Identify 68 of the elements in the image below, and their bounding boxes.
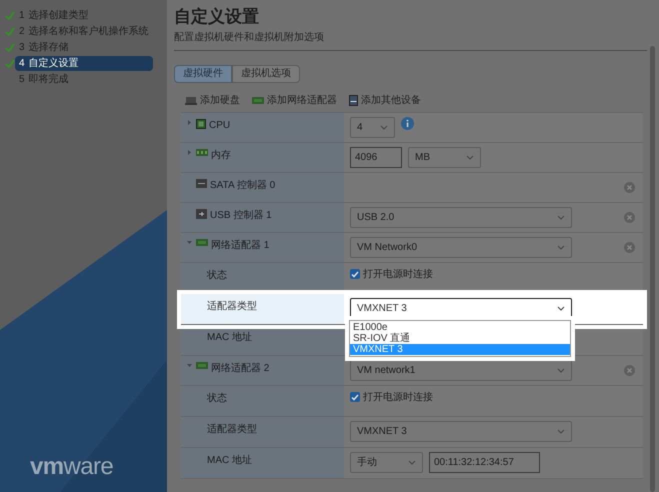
scrollbar[interactable] <box>650 46 655 492</box>
dropdown-select[interactable]: VMXNET 3 <box>350 420 572 442</box>
expanded-triangle-icon[interactable] <box>186 240 192 244</box>
remove-icon[interactable] <box>624 182 635 192</box>
row-label: 网络适配器 1 <box>211 238 270 252</box>
toolbar-button[interactable]: 添加网络适配器 <box>252 93 337 108</box>
wizard-step[interactable]: 3 选择存储 <box>15 40 73 55</box>
page-subtitle: 配置虚拟机硬件和虚拟机附加选项 <box>174 30 325 44</box>
toolbar-button[interactable]: 添加其他设备 <box>349 93 421 108</box>
wizard-step[interactable]: 1 选择创建类型 <box>15 8 93 23</box>
remove-icon[interactable] <box>624 242 635 252</box>
chevron-down-icon <box>557 306 565 310</box>
row-label: MAC 地址 <box>207 454 252 468</box>
tab[interactable]: 虚拟机选项 <box>232 64 300 82</box>
row-label: 状态 <box>207 392 227 406</box>
chip-icon <box>196 118 206 128</box>
chevron-down-icon <box>557 428 565 434</box>
network-card-icon <box>252 97 264 104</box>
network-card-icon <box>196 238 208 246</box>
wizard-step[interactable]: 2 选择名称和客户机操作系统 <box>15 24 153 39</box>
row-label: SATA 控制器 0 <box>210 178 276 192</box>
dropdown-select[interactable]: MB <box>408 146 481 168</box>
checkbox-icon[interactable] <box>350 269 360 279</box>
row-label: 状态 <box>207 268 227 282</box>
checkbox-option[interactable]: 打开电源时连接 <box>350 266 433 282</box>
dropdown-option[interactable]: VMXNET 3 <box>350 344 570 354</box>
dropdown-select[interactable]: 4 <box>350 116 395 138</box>
row-label: 适配器类型 <box>207 422 257 436</box>
row-label: USB 控制器 1 <box>210 208 272 222</box>
tab[interactable]: 虚拟硬件 <box>174 64 232 82</box>
checkbox-option[interactable]: 打开电源时连接 <box>350 390 433 404</box>
row-label: 内存 <box>211 148 231 162</box>
dropdown-select[interactable]: VM Network0 <box>350 236 572 258</box>
chevron-down-icon <box>466 154 474 160</box>
row-label: MAC 地址 <box>207 330 252 344</box>
row-label: CPU <box>209 118 230 132</box>
page-title: 自定义设置 <box>174 6 260 28</box>
checkbox-icon[interactable] <box>350 392 360 402</box>
dropdown-select[interactable]: 手动 <box>350 452 423 472</box>
memory-icon <box>196 148 208 156</box>
controller-icon <box>196 178 207 188</box>
wizard-step[interactable]: 4 自定义设置 <box>15 56 153 71</box>
wizard-step[interactable]: 5 即将完成 <box>15 72 73 87</box>
collapsed-triangle-icon[interactable] <box>186 120 192 124</box>
dropdown-option[interactable]: SR-IOV 直通 <box>350 332 570 344</box>
chevron-down-icon <box>408 460 416 464</box>
device-icon <box>349 95 358 106</box>
collapsed-triangle-icon[interactable] <box>186 150 192 154</box>
text-field[interactable]: 00:11:32:12:34:57 <box>429 452 540 472</box>
chevron-down-icon <box>557 214 565 220</box>
chevron-down-icon <box>557 244 565 250</box>
expanded-triangle-icon[interactable] <box>186 362 192 368</box>
chevron-down-icon <box>380 124 388 130</box>
network-card-icon <box>196 362 208 368</box>
dropdown-option[interactable]: E1000e <box>350 322 570 332</box>
vmware-logo: vmware <box>30 455 114 479</box>
chevron-down-icon <box>557 368 565 372</box>
dropdown-select[interactable]: VMXNET 3 <box>350 298 572 318</box>
toolbar-button[interactable]: 添加硬盘 <box>185 93 240 108</box>
usb-icon <box>196 208 207 218</box>
info-icon[interactable] <box>401 116 414 130</box>
row-label: 适配器类型 <box>207 300 257 314</box>
dropdown-select[interactable]: VM network1 <box>350 360 572 380</box>
dropdown-select[interactable]: USB 2.0 <box>350 206 572 228</box>
remove-icon[interactable] <box>624 364 635 376</box>
remove-icon[interactable] <box>624 212 635 222</box>
text-field[interactable]: 4096 <box>350 146 402 168</box>
row-label: 网络适配器 2 <box>211 362 270 376</box>
